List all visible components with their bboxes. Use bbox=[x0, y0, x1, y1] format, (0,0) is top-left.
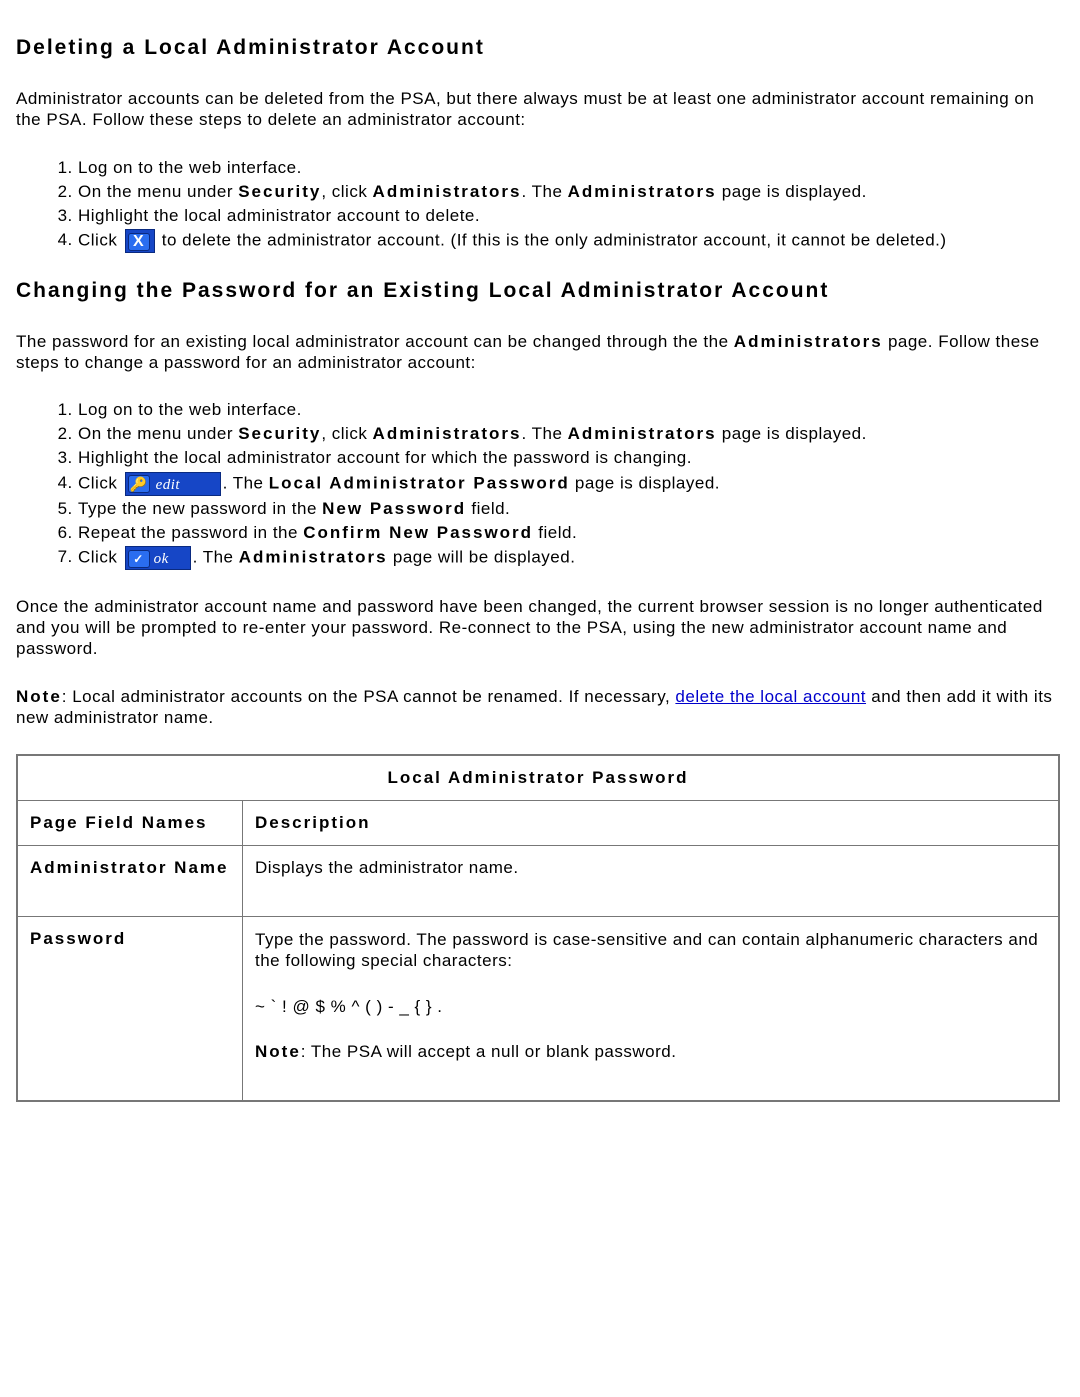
para-note: Note: Local administrator accounts on th… bbox=[16, 686, 1060, 729]
menu-administrators: Administrators bbox=[373, 182, 522, 201]
list-item: Click ✓ok. The Administrators page will … bbox=[78, 546, 1060, 570]
menu-security: Security bbox=[238, 182, 321, 201]
ok-button-label: ok bbox=[150, 551, 169, 567]
field-admin-name: Administrator Name bbox=[17, 846, 243, 917]
special-chars: ~ ` ! @ $ % ^ ( ) - _ { } . bbox=[255, 996, 1046, 1017]
list-item: On the menu under Security, click Admini… bbox=[78, 423, 1060, 445]
text: Click bbox=[78, 547, 123, 566]
text: to delete the administrator account. (If… bbox=[157, 230, 947, 249]
text: , click bbox=[321, 424, 372, 443]
text: field. bbox=[533, 523, 577, 542]
text: On the menu under bbox=[78, 424, 238, 443]
text: Type the new password in the bbox=[78, 499, 322, 518]
list-item: Repeat the password in the Confirm New P… bbox=[78, 522, 1060, 544]
intro-change-password: The password for an existing local admin… bbox=[16, 331, 1060, 374]
text: . The bbox=[521, 424, 567, 443]
delete-button[interactable]: X bbox=[125, 229, 155, 253]
heading-change-password: Changing the Password for an Existing Lo… bbox=[16, 279, 1060, 303]
text: Click bbox=[78, 473, 123, 492]
table-row: Administrator Name Displays the administ… bbox=[17, 846, 1059, 917]
col-field-names: Page Field Names bbox=[17, 801, 243, 846]
menu-security: Security bbox=[238, 424, 321, 443]
text: Type the password. The password is case-… bbox=[255, 929, 1046, 972]
field-confirm-new-password: Confirm New Password bbox=[303, 523, 533, 542]
list-item: Type the new password in the New Passwor… bbox=[78, 498, 1060, 520]
text: Repeat the password in the bbox=[78, 523, 303, 542]
page-administrators: Administrators bbox=[568, 424, 717, 443]
list-item: On the menu under Security, click Admini… bbox=[78, 181, 1060, 203]
edit-key-icon: 🔑 bbox=[128, 475, 150, 493]
heading-delete-admin: Deleting a Local Administrator Account bbox=[16, 36, 1060, 60]
text: . The bbox=[193, 547, 239, 566]
note-label: Note bbox=[255, 1042, 301, 1061]
text: . The bbox=[223, 473, 269, 492]
text: The password for an existing local admin… bbox=[16, 332, 734, 351]
text: Click bbox=[78, 230, 123, 249]
page-local-admin-password: Local Administrator Password bbox=[269, 473, 570, 492]
list-item: Log on to the web interface. bbox=[78, 157, 1060, 179]
text: On the menu under bbox=[78, 182, 238, 201]
page-administrators: Administrators bbox=[568, 182, 717, 201]
list-item: Highlight the local administrator accoun… bbox=[78, 447, 1060, 469]
list-item: Click 🔑edit. The Local Administrator Pas… bbox=[78, 472, 1060, 496]
text: page is displayed. bbox=[570, 473, 720, 492]
ok-check-icon: ✓ bbox=[128, 550, 150, 568]
edit-button[interactable]: 🔑edit bbox=[125, 472, 221, 496]
desc-password: Type the password. The password is case-… bbox=[243, 917, 1060, 1102]
table-header-row: Page Field Names Description bbox=[17, 801, 1059, 846]
text: , click bbox=[321, 182, 372, 201]
page-administrators: Administrators bbox=[734, 332, 883, 351]
delete-x-icon: X bbox=[128, 233, 150, 251]
steps-delete-admin: Log on to the web interface. On the menu… bbox=[16, 157, 1060, 253]
field-password: Password bbox=[17, 917, 243, 1102]
list-item: Highlight the local administrator accoun… bbox=[78, 205, 1060, 227]
ok-button[interactable]: ✓ok bbox=[125, 546, 191, 570]
table-local-admin-password: Local Administrator Password Page Field … bbox=[16, 754, 1060, 1102]
menu-administrators: Administrators bbox=[373, 424, 522, 443]
list-item: Click X to delete the administrator acco… bbox=[78, 229, 1060, 253]
text: Note: The PSA will accept a null or blan… bbox=[255, 1041, 1046, 1062]
steps-change-password: Log on to the web interface. On the menu… bbox=[16, 399, 1060, 569]
note-label: Note bbox=[16, 687, 62, 706]
text: : The PSA will accept a null or blank pa… bbox=[301, 1042, 677, 1061]
link-delete-local-account[interactable]: delete the local account bbox=[675, 687, 866, 706]
intro-delete-admin: Administrator accounts can be deleted fr… bbox=[16, 88, 1060, 131]
text: . The bbox=[521, 182, 567, 201]
text: page is displayed. bbox=[717, 424, 867, 443]
text: field. bbox=[466, 499, 510, 518]
para-reauth: Once the administrator account name and … bbox=[16, 596, 1060, 660]
page-administrators: Administrators bbox=[239, 547, 388, 566]
text: : Local administrator accounts on the PS… bbox=[62, 687, 676, 706]
desc-admin-name: Displays the administrator name. bbox=[243, 846, 1060, 917]
edit-button-label: edit bbox=[150, 477, 181, 493]
field-new-password: New Password bbox=[322, 499, 466, 518]
table-title: Local Administrator Password bbox=[17, 755, 1059, 801]
col-description: Description bbox=[243, 801, 1060, 846]
list-item: Log on to the web interface. bbox=[78, 399, 1060, 421]
text: page will be displayed. bbox=[388, 547, 576, 566]
text: page is displayed. bbox=[717, 182, 867, 201]
table-title-row: Local Administrator Password bbox=[17, 755, 1059, 801]
table-row: Password Type the password. The password… bbox=[17, 917, 1059, 1102]
